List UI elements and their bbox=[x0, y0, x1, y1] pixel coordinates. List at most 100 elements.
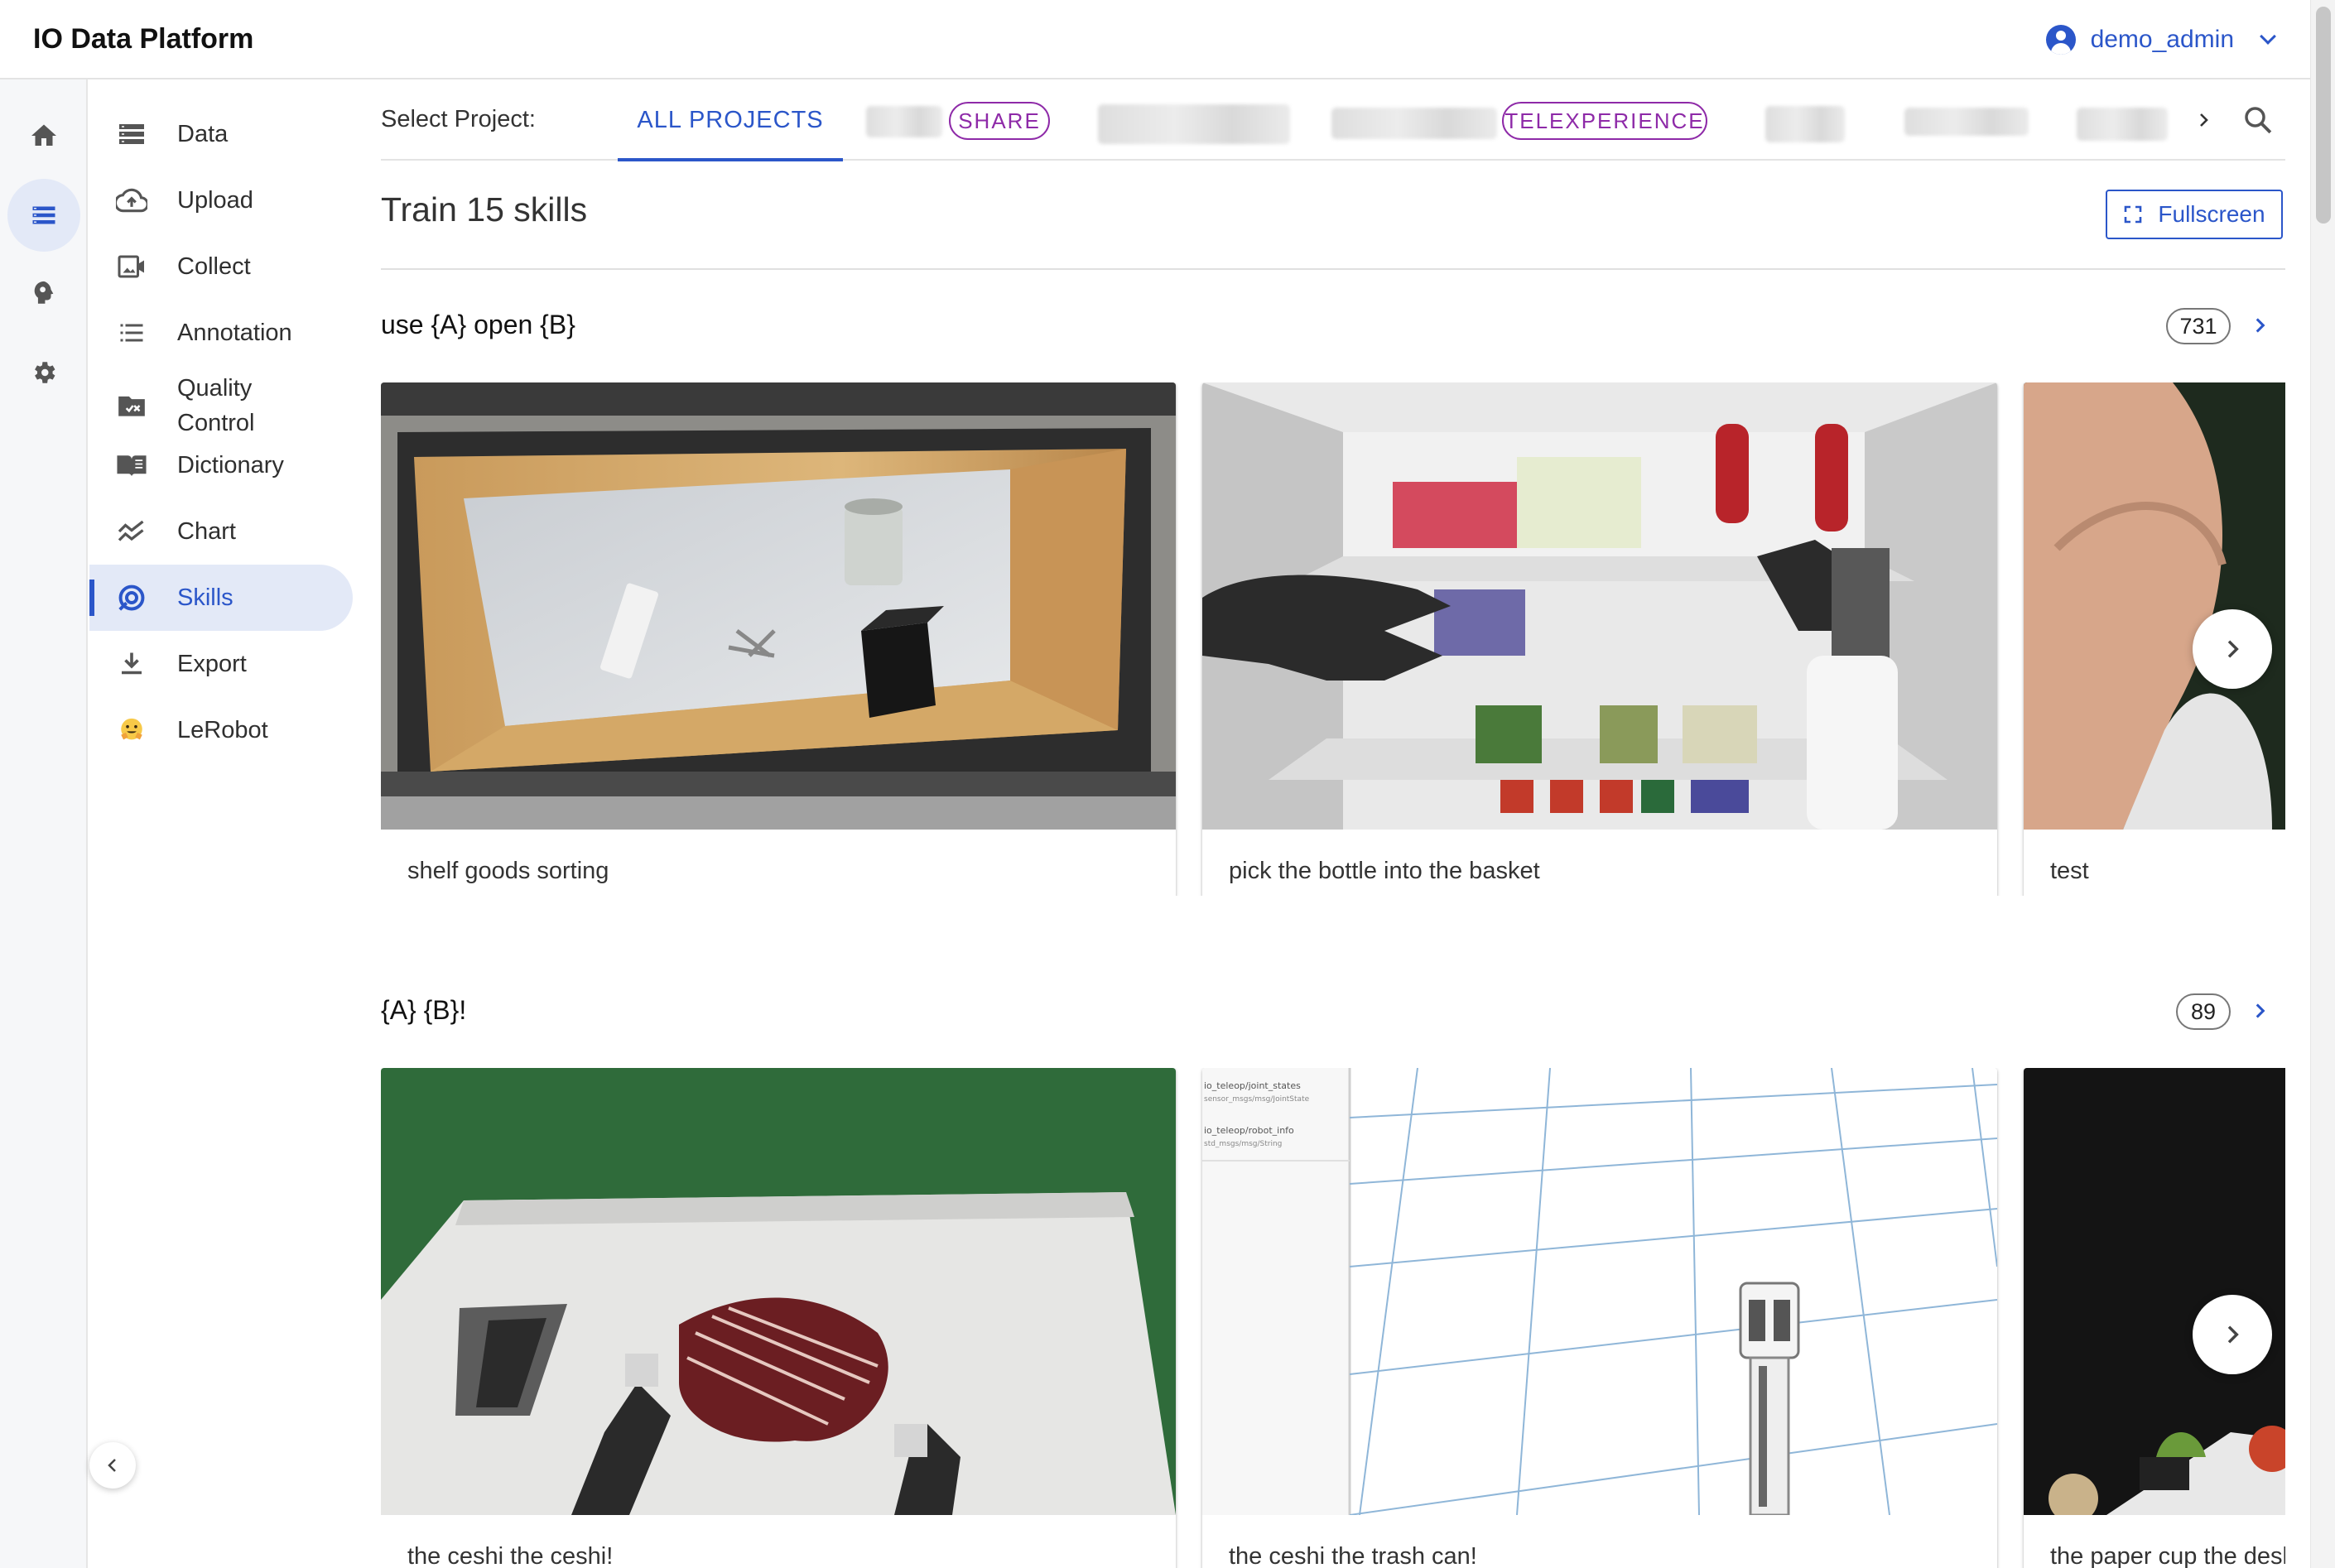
scrollbar-thumb[interactable] bbox=[2316, 7, 2331, 224]
chart-icon bbox=[116, 516, 147, 547]
skill-card-caption: test bbox=[2050, 858, 2089, 884]
download-icon bbox=[116, 648, 147, 680]
sim-topic-type: sensor_msgs/msg/JointState bbox=[1204, 1095, 1310, 1104]
sidebar-item-lerobot[interactable]: LeRobot bbox=[89, 697, 353, 763]
fullscreen-label: Fullscreen bbox=[2158, 201, 2265, 227]
project-tabs-bar: Select Project: ALL PROJECTS SHARE TELEX… bbox=[381, 79, 2285, 161]
tab-share-chip[interactable]: SHARE bbox=[949, 102, 1050, 140]
tab-all-projects[interactable]: ALL PROJECTS bbox=[618, 79, 843, 161]
sim-topic-type: std_msgs/msg/String bbox=[1204, 1140, 1283, 1148]
video-thumbnail bbox=[2024, 382, 2285, 830]
video-thumbnail bbox=[381, 382, 1176, 830]
sidebar-item-export[interactable]: Export bbox=[89, 631, 353, 697]
tab-redacted-project[interactable] bbox=[1331, 108, 1497, 139]
page-title: Train 15 skills bbox=[381, 190, 588, 228]
storage-icon bbox=[116, 118, 147, 150]
sidebar-item-label: Collect bbox=[177, 253, 251, 280]
home-icon bbox=[31, 124, 56, 146]
sidebar-item-upload[interactable]: Upload bbox=[89, 167, 353, 233]
collapse-sidebar-button[interactable] bbox=[89, 1442, 136, 1489]
hugging-face-icon bbox=[116, 714, 147, 746]
tab-redacted-project[interactable] bbox=[1904, 108, 2029, 136]
sidebar-item-data[interactable]: Data bbox=[89, 101, 353, 167]
skill-card-caption: pick the bottle into the basket bbox=[1229, 858, 1540, 884]
video-thumbnail bbox=[1202, 382, 1997, 830]
skill-section-title: use {A} open {B} bbox=[381, 310, 575, 339]
sidebar-item-label: Annotation bbox=[177, 319, 292, 346]
skill-card[interactable]: shelf goods sorting bbox=[381, 382, 1176, 896]
chevron-down-icon bbox=[2260, 28, 2276, 45]
sidebar-item-label: Export bbox=[177, 650, 247, 677]
video-thumbnail bbox=[2024, 1068, 2285, 1515]
chip-label: SHARE bbox=[958, 108, 1041, 133]
skill-count-badge: 89 bbox=[2176, 993, 2231, 1030]
app-title: IO Data Platform bbox=[33, 23, 254, 55]
skill-card-row: shelf goods sorting pick the bottle into… bbox=[381, 382, 2285, 896]
sidebar-item-label: Skills bbox=[177, 584, 234, 611]
page-scrollbar[interactable] bbox=[2310, 0, 2335, 1568]
sidebar-item-label: Upload bbox=[177, 186, 253, 214]
chip-label: TELEXPERIENCE bbox=[1505, 108, 1705, 133]
list-icon bbox=[32, 206, 55, 224]
top-header: IO Data Platform demo_admin bbox=[0, 0, 2310, 79]
section-more-button[interactable] bbox=[2247, 313, 2272, 338]
tab-redacted-project[interactable] bbox=[2077, 108, 2168, 141]
row-next-button[interactable] bbox=[2193, 609, 2272, 689]
project-search-button[interactable] bbox=[2241, 103, 2275, 137]
chevron-right-icon bbox=[2227, 640, 2239, 658]
chevron-left-icon bbox=[108, 1459, 116, 1472]
chevron-right-icon bbox=[2256, 318, 2265, 333]
section-more-button[interactable] bbox=[2247, 998, 2272, 1023]
skill-count-badge: 731 bbox=[2166, 308, 2231, 344]
fullscreen-button[interactable]: Fullscreen bbox=[2106, 190, 2283, 239]
skill-section-title: {A} {B}! bbox=[381, 995, 467, 1025]
sidebar-item-skills[interactable]: Skills bbox=[89, 565, 353, 631]
tab-redacted-project[interactable] bbox=[1765, 106, 1845, 142]
skill-card-caption: the paper cup the desk bbox=[2050, 1543, 2285, 1568]
sidebar-item-label: Quality Control bbox=[177, 375, 255, 436]
skill-card-row: the ceshi the ceshi! io_teleop/joint_sta… bbox=[381, 1068, 2285, 1568]
tab-telexperience-chip[interactable]: TELEXPERIENCE bbox=[1502, 102, 1707, 140]
chevron-right-icon bbox=[2256, 1003, 2265, 1018]
search-icon bbox=[2245, 107, 2272, 134]
book-icon bbox=[116, 450, 147, 481]
rail-home-button[interactable] bbox=[7, 99, 80, 172]
chevron-right-icon bbox=[2227, 1325, 2239, 1344]
tabs-scroll-right-button[interactable] bbox=[2189, 106, 2217, 134]
skill-card[interactable]: the ceshi the ceshi! bbox=[381, 1068, 1176, 1568]
user-menu[interactable]: demo_admin bbox=[2045, 22, 2276, 58]
sidebar-item-collect[interactable]: Collect bbox=[89, 233, 353, 300]
account-circle-icon bbox=[2045, 25, 2076, 55]
rail-brain-button[interactable] bbox=[7, 257, 80, 329]
user-name: demo_admin bbox=[2090, 26, 2234, 53]
tab-redacted-project[interactable] bbox=[1098, 104, 1290, 144]
sidebar-item-annotation[interactable]: Annotation bbox=[89, 300, 353, 366]
sidebar-item-label: Dictionary bbox=[177, 451, 284, 479]
sidebar-item-dictionary[interactable]: Dictionary bbox=[89, 432, 353, 498]
list-icon bbox=[116, 317, 147, 349]
sidebar-item-label: Chart bbox=[177, 517, 236, 545]
skill-card[interactable]: pick the bottle into the basket bbox=[1202, 382, 1997, 896]
sim-topics-panel: io_teleop/joint_states sensor_msgs/msg/J… bbox=[1204, 1080, 1346, 1151]
fullscreen-icon bbox=[2125, 205, 2142, 224]
tab-redacted-project[interactable] bbox=[866, 106, 942, 137]
chevron-right-icon bbox=[2200, 113, 2208, 127]
skill-card[interactable]: io_teleop/joint_states sensor_msgs/msg/J… bbox=[1202, 1068, 1997, 1568]
select-project-label: Select Project: bbox=[381, 106, 536, 132]
video-thumbnail bbox=[381, 1068, 1176, 1515]
sidebar-item-chart[interactable]: Chart bbox=[89, 498, 353, 565]
tab-label: ALL PROJECTS bbox=[637, 106, 824, 133]
rail-data-button[interactable] bbox=[7, 179, 80, 252]
gear-icon bbox=[35, 362, 55, 383]
row-next-button[interactable] bbox=[2193, 1295, 2272, 1374]
video-collect-icon bbox=[116, 251, 147, 282]
brain-icon bbox=[34, 281, 54, 304]
skill-card-caption: shelf goods sorting bbox=[407, 858, 609, 884]
skill-card-caption: the ceshi the trash can! bbox=[1229, 1543, 1477, 1568]
skill-card-caption: the ceshi the ceshi! bbox=[407, 1543, 614, 1568]
skills-icon bbox=[116, 582, 147, 613]
divider bbox=[381, 268, 2285, 270]
sim-topic-name: io_teleop/robot_info bbox=[1204, 1125, 1294, 1136]
sidebar-item-label: Data bbox=[177, 120, 229, 147]
rail-settings-button[interactable] bbox=[7, 336, 80, 409]
